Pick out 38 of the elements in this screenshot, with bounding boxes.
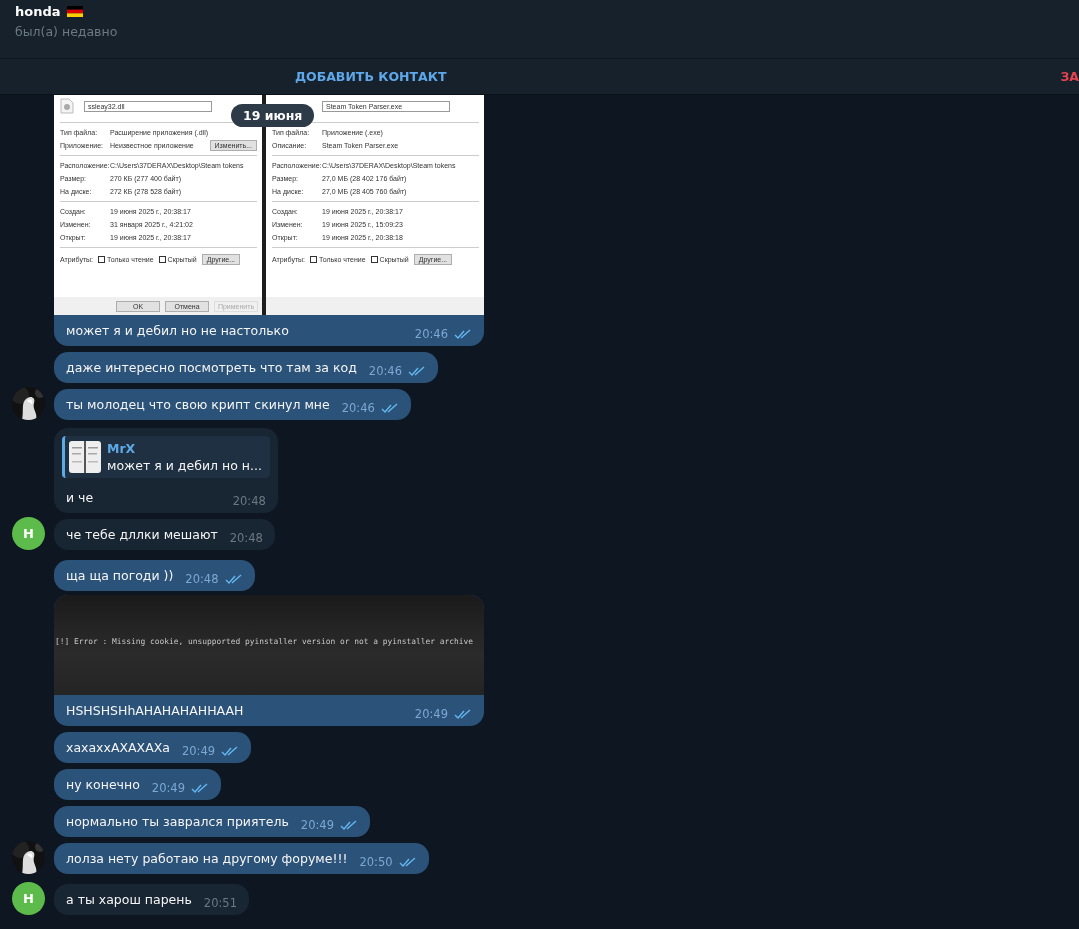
block-button[interactable]: ЗА: [1060, 61, 1079, 92]
file-icon: [60, 98, 74, 114]
message-time: 20:49: [181, 743, 216, 760]
checkbox[interactable]: [370, 255, 378, 263]
message-time: 20:48: [232, 493, 266, 510]
message-text: может я и дебил но не настолько: [66, 322, 289, 340]
message-time: 20:48: [229, 530, 263, 547]
message-text: нормально ты заврался приятель: [66, 813, 289, 831]
message-text: а ты харош парень: [66, 891, 192, 909]
message-time: 20:46: [414, 326, 448, 343]
chat-status: был(а) недавно: [15, 24, 119, 39]
message-text: ну конечно: [66, 776, 140, 794]
message-text: ща ща погоди )): [66, 567, 174, 585]
reply-text: может я и дебил но н...: [107, 457, 262, 474]
checkbox[interactable]: [158, 255, 166, 263]
message-time: 20:50: [359, 854, 393, 871]
message-time: 20:49: [414, 706, 448, 723]
message-time: 20:49: [151, 780, 185, 797]
flag-icon: [66, 5, 83, 17]
message-text: лолза нету работаю на другому форуме!!!: [66, 850, 348, 868]
message-time: 20:46: [368, 363, 402, 380]
message-time: 20:48: [185, 571, 219, 588]
message-text: и че: [66, 489, 94, 507]
message-text: хахаххАХАХАХа: [66, 739, 170, 757]
checkbox[interactable]: [98, 255, 106, 263]
add-contact-button[interactable]: ДОБАВИТЬ КОНТАКТ: [0, 61, 742, 92]
chat-title: honda: [15, 3, 61, 19]
date-badge: 19 июня: [231, 104, 315, 127]
message-text: че тебе дллки мешают: [66, 526, 218, 544]
message-text: даже интересно посмотреть что там за код: [66, 359, 357, 377]
message-time: 20:51: [203, 895, 237, 912]
reply-author: MrX: [107, 440, 137, 457]
message-text: ты молодец что свою крипт скинул мне: [66, 396, 330, 414]
reply-quote[interactable]: MrX может я и дебил но н...: [62, 436, 270, 478]
message-time: 20:46: [341, 400, 375, 417]
checkbox[interactable]: [310, 255, 318, 263]
message-time: 20:49: [300, 817, 334, 834]
message-text: HSHSHSHhAHAHAHAHHAAH: [66, 702, 244, 720]
